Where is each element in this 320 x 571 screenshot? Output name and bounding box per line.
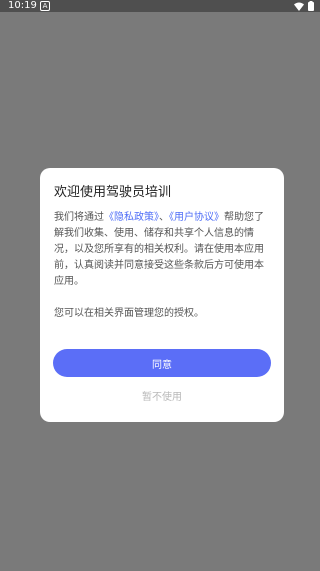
app-notification-icon: A <box>40 1 50 11</box>
agree-button[interactable]: 同意 <box>53 349 271 377</box>
privacy-dialog: 欢迎使用驾驶员培训 我们将通过《隐私政策》、《用户协议》帮助您了解我们收集、使用… <box>40 168 284 422</box>
status-bar: 10:19 A <box>0 0 320 12</box>
decline-button[interactable]: 暂不使用 <box>53 386 271 404</box>
wifi-icon <box>294 2 304 11</box>
user-agreement-link[interactable]: 《用户协议》 <box>169 212 224 223</box>
battery-icon <box>308 1 314 11</box>
privacy-policy-link[interactable]: 《隐私政策》 <box>104 212 159 223</box>
body-separator: 、 <box>159 212 169 223</box>
status-time: 10:19 <box>8 0 37 11</box>
dialog-body: 我们将通过《隐私政策》、《用户协议》帮助您了解我们收集、使用、储存和共享个人信息… <box>54 210 272 290</box>
body-text-rest: 帮助您了解我们收集、使用、储存和共享个人信息的情况，以及您所享有的相关权利。请在… <box>54 212 264 287</box>
dialog-note: 您可以在相关界面管理您的授权。 <box>54 308 204 319</box>
dialog-title: 欢迎使用驾驶员培训 <box>54 185 172 200</box>
body-text-intro: 我们将通过 <box>54 212 104 223</box>
status-indicators <box>294 1 314 11</box>
